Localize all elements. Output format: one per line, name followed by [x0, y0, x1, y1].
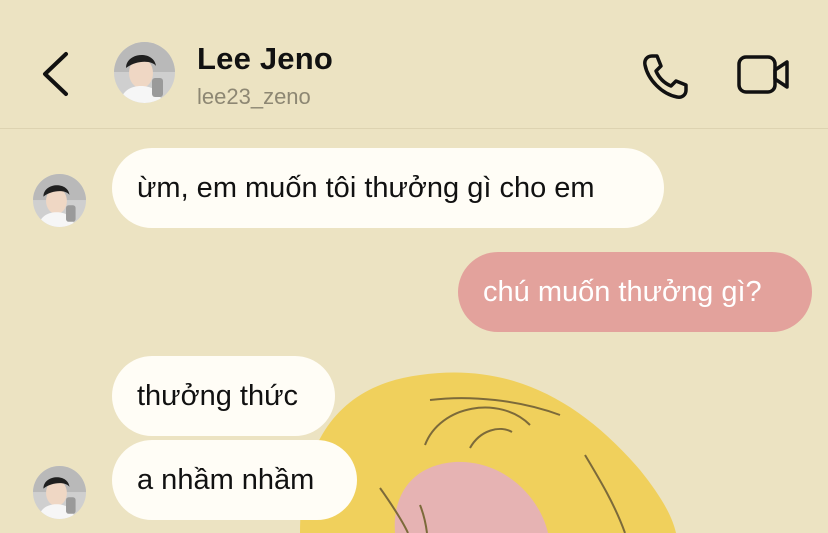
call-button[interactable] [638, 48, 694, 104]
avatar[interactable] [33, 174, 86, 227]
message-bubble-incoming[interactable]: thưởng thức [112, 356, 335, 436]
contact-name: Lee Jeno [197, 41, 333, 76]
video-camera-icon [737, 55, 789, 94]
message-text: chú muốn thưởng gì? [483, 276, 762, 308]
chat-header: Lee Jeno lee23_zeno [0, 0, 828, 129]
back-button[interactable] [30, 46, 80, 102]
profile-photo [33, 174, 86, 227]
avatar[interactable] [33, 466, 86, 519]
message-bubble-incoming[interactable]: ừm, em muốn tôi thưởng gì cho em [112, 148, 664, 228]
avatar[interactable] [114, 42, 175, 103]
contact-username: lee23_zeno [197, 84, 311, 109]
chevron-left-icon [43, 52, 68, 96]
profile-photo [114, 42, 175, 103]
message-text: ừm, em muốn tôi thưởng gì cho em [137, 172, 595, 204]
video-call-button[interactable] [733, 48, 793, 104]
message-text: a nhầm nhầm [137, 464, 315, 496]
phone-icon [643, 54, 688, 99]
message-bubble-outgoing[interactable]: chú muốn thưởng gì? [458, 252, 812, 332]
message-text: thưởng thức [137, 380, 299, 412]
profile-photo [33, 466, 86, 519]
message-bubble-incoming[interactable]: a nhầm nhầm [112, 440, 357, 520]
